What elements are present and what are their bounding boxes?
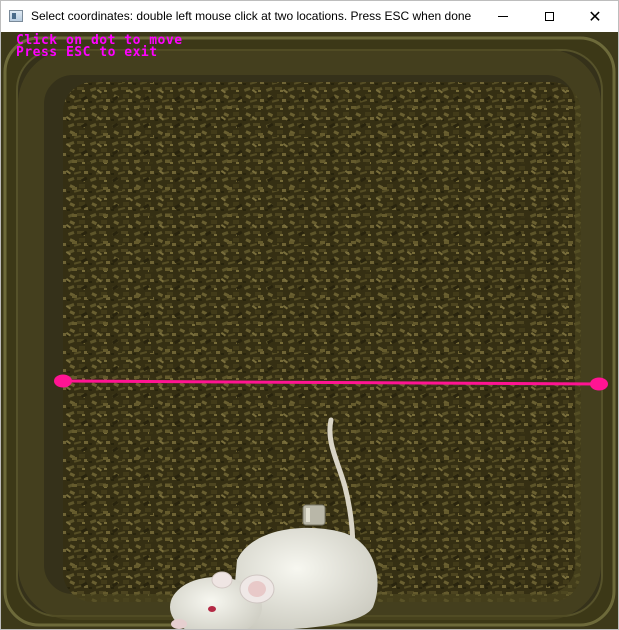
close-icon: ✕ (588, 6, 602, 26)
title-bar[interactable]: Select coordinates: double left mouse cl… (1, 1, 618, 31)
minimize-button[interactable] (480, 1, 526, 31)
instruction-line-2: Press ESC to exit (16, 45, 158, 60)
maximize-icon (544, 11, 554, 21)
video-frame-canvas[interactable]: Click on dot to move Press ESC to exit (1, 32, 618, 629)
right-dot-marker[interactable] (590, 377, 608, 391)
arena-image (1, 32, 618, 629)
close-button[interactable]: ✕ (572, 1, 618, 31)
minimize-icon (498, 15, 508, 17)
app-window: Select coordinates: double left mouse cl… (0, 0, 619, 630)
app-icon (9, 10, 23, 22)
left-dot-marker[interactable] (54, 374, 72, 388)
window-title: Select coordinates: double left mouse cl… (31, 9, 472, 23)
maximize-button[interactable] (526, 1, 572, 31)
